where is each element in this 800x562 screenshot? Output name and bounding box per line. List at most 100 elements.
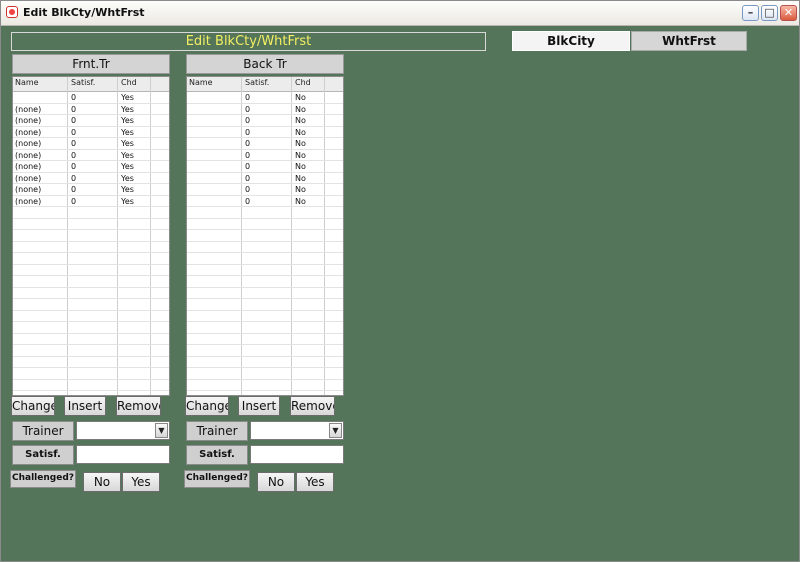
maximize-icon: □ bbox=[764, 6, 775, 19]
table-row[interactable]: 0 No bbox=[187, 104, 343, 115]
change-button[interactable]: Change bbox=[11, 396, 55, 416]
table-row[interactable] bbox=[13, 380, 169, 391]
table-cell: (none) bbox=[15, 196, 42, 206]
table-cell: (none) bbox=[15, 139, 42, 148]
table-cell: 0 bbox=[71, 116, 77, 125]
maximize-button[interactable]: □ bbox=[761, 5, 778, 21]
column-header[interactable]: Satisf. bbox=[245, 78, 269, 87]
table-row[interactable] bbox=[13, 322, 169, 334]
table-cell: (none) bbox=[15, 162, 42, 171]
challenged-yes-button[interactable]: Yes bbox=[296, 472, 334, 492]
column-header[interactable]: Chd bbox=[295, 78, 311, 87]
challenged-no-button[interactable]: No bbox=[257, 472, 295, 492]
table-row[interactable] bbox=[187, 311, 343, 322]
table-row[interactable]: (none) 0 Yes bbox=[13, 104, 169, 115]
tab-blkcity[interactable]: BlkCity bbox=[512, 31, 630, 51]
table-row[interactable] bbox=[13, 276, 169, 288]
table-row[interactable]: 0 No bbox=[187, 127, 343, 138]
table-row[interactable] bbox=[187, 368, 343, 380]
app-window: Edit BlkCty/WhtFrst – □ ✕ Edit BlkCty/Wh… bbox=[0, 0, 800, 562]
table-row[interactable] bbox=[13, 230, 169, 242]
table-row[interactable] bbox=[187, 253, 343, 265]
insert-button[interactable]: Insert bbox=[238, 396, 280, 416]
table-row[interactable] bbox=[187, 288, 343, 299]
table-row[interactable] bbox=[13, 368, 169, 380]
trainer-label: Trainer bbox=[186, 421, 248, 441]
table-row[interactable]: 0 No bbox=[187, 184, 343, 196]
table-row[interactable] bbox=[13, 253, 169, 265]
table-row[interactable] bbox=[13, 288, 169, 299]
insert-button[interactable]: Insert bbox=[64, 396, 106, 416]
tab-whtfrst[interactable]: WhtFrst bbox=[631, 31, 747, 51]
table-cell: 0 bbox=[71, 185, 77, 194]
close-button[interactable]: ✕ bbox=[780, 5, 797, 21]
title-bar: Edit BlkCty/WhtFrst – □ ✕ bbox=[1, 1, 799, 26]
table-row[interactable] bbox=[187, 207, 343, 219]
table-row[interactable]: 0 No bbox=[187, 173, 343, 184]
table-row[interactable] bbox=[13, 219, 169, 230]
minimize-button[interactable]: – bbox=[742, 5, 759, 21]
table-row[interactable]: (none) 0 Yes bbox=[13, 161, 169, 173]
table-cell: No bbox=[295, 150, 306, 160]
table-row[interactable] bbox=[13, 357, 169, 368]
table-row[interactable]: (none) 0 Yes bbox=[13, 150, 169, 161]
table-row[interactable]: (none) 0 Yes bbox=[13, 184, 169, 196]
table-row[interactable]: (none) 0 Yes bbox=[13, 173, 169, 184]
table-row[interactable]: 0 No bbox=[187, 138, 343, 150]
challenged-no-button[interactable]: No bbox=[83, 472, 121, 492]
table-row[interactable] bbox=[13, 299, 169, 311]
table-row[interactable] bbox=[13, 334, 169, 345]
table-row[interactable] bbox=[187, 276, 343, 288]
table-row[interactable] bbox=[187, 230, 343, 242]
table-row[interactable] bbox=[13, 242, 169, 253]
table-row[interactable] bbox=[187, 242, 343, 253]
table-row[interactable]: 0 No bbox=[187, 92, 343, 104]
trainer-select[interactable]: ▼ bbox=[76, 421, 170, 440]
chevron-down-icon[interactable]: ▼ bbox=[155, 423, 168, 438]
trainee-table[interactable]: Name Satisf. Chd 0 Yes (none) 0 Yes (none) 0 Yes (n… bbox=[12, 76, 170, 396]
table-row[interactable]: (none) 0 Yes bbox=[13, 127, 169, 138]
table-row[interactable] bbox=[187, 345, 343, 357]
table-row[interactable] bbox=[187, 334, 343, 345]
remove-button[interactable]: Remove bbox=[290, 396, 335, 416]
satisf-input[interactable] bbox=[250, 445, 344, 464]
table-row[interactable] bbox=[13, 311, 169, 322]
table-cell: No bbox=[295, 104, 306, 114]
table-row[interactable]: (none) 0 Yes bbox=[13, 196, 169, 207]
satisf-input[interactable] bbox=[76, 445, 170, 464]
trainer-select[interactable]: ▼ bbox=[250, 421, 344, 440]
table-cell: Yes bbox=[121, 196, 134, 206]
column-header[interactable]: Name bbox=[189, 78, 213, 87]
column-header[interactable]: Satisf. bbox=[71, 78, 95, 87]
table-row[interactable] bbox=[187, 380, 343, 391]
table-row[interactable]: (none) 0 Yes bbox=[13, 138, 169, 150]
change-button[interactable]: Change bbox=[185, 396, 229, 416]
column-header[interactable]: Chd bbox=[121, 78, 137, 87]
table-row[interactable]: (none) 0 Yes bbox=[13, 115, 169, 127]
table-row[interactable] bbox=[187, 265, 343, 276]
column-header[interactable]: Name bbox=[15, 78, 39, 87]
table-row[interactable] bbox=[13, 265, 169, 276]
table-cell: No bbox=[295, 93, 306, 102]
remove-button[interactable]: Remove bbox=[116, 396, 161, 416]
table-row[interactable] bbox=[187, 322, 343, 334]
table-row[interactable]: 0 No bbox=[187, 150, 343, 161]
panel-title: Back Tr bbox=[186, 54, 344, 74]
table-row[interactable] bbox=[187, 357, 343, 368]
challenged-yes-button[interactable]: Yes bbox=[122, 472, 160, 492]
chevron-down-icon[interactable]: ▼ bbox=[329, 423, 342, 438]
table-row[interactable] bbox=[187, 299, 343, 311]
table-cell: 0 bbox=[245, 173, 251, 183]
table-row[interactable] bbox=[13, 345, 169, 357]
table-cell: No bbox=[295, 162, 306, 171]
table-row[interactable] bbox=[13, 207, 169, 219]
table-row[interactable]: 0 Yes bbox=[13, 92, 169, 104]
table-row[interactable]: 0 No bbox=[187, 196, 343, 207]
table-row[interactable]: 0 No bbox=[187, 161, 343, 173]
table-cell: 0 bbox=[71, 162, 77, 171]
table-row[interactable]: 0 No bbox=[187, 115, 343, 127]
table-row[interactable] bbox=[187, 219, 343, 230]
main-area: Edit BlkCty/WhtFrst BlkCity WhtFrst Frnt… bbox=[1, 25, 799, 561]
trainee-table[interactable]: Name Satisf. Chd 0 No 0 No 0 No 0 No 0 No 0 No 0 No 0 No 0 N… bbox=[186, 76, 344, 396]
table-cell: Yes bbox=[121, 150, 134, 160]
